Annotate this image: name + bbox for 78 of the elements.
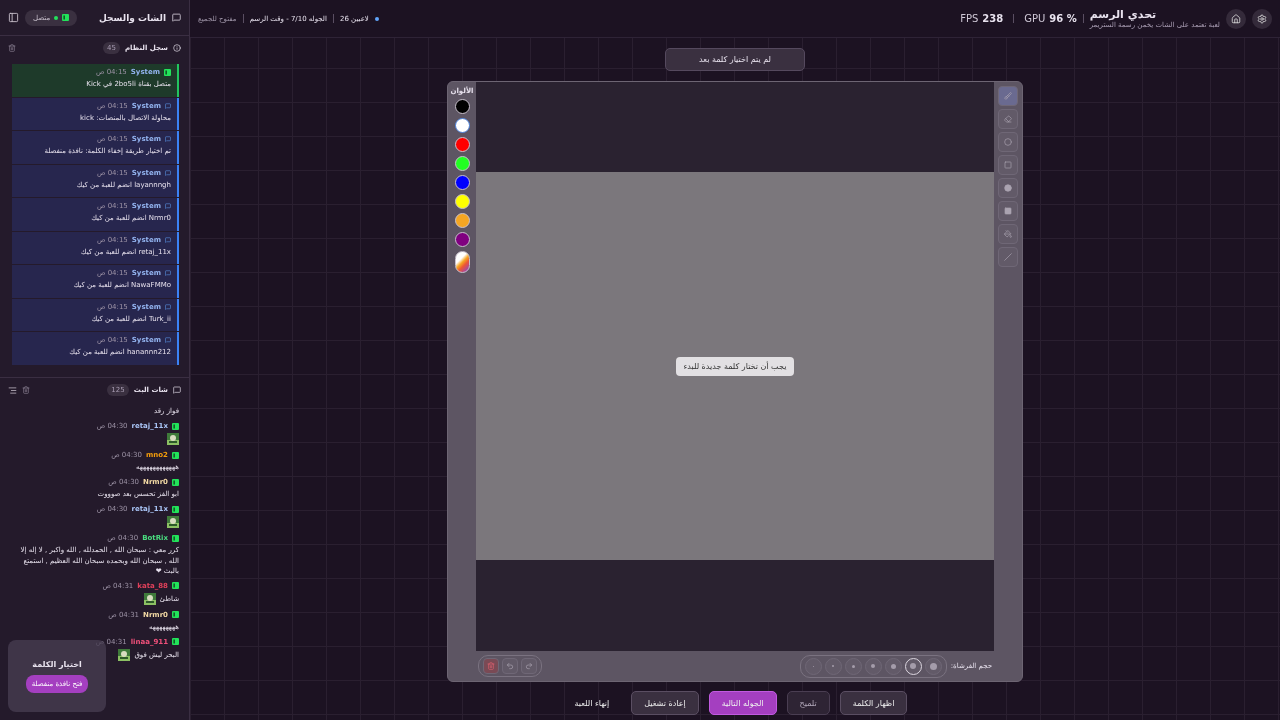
- color-swatch[interactable]: [454, 213, 470, 228]
- popup-title: اختيار الكلمة: [32, 659, 82, 669]
- tool-button[interactable]: [998, 178, 1018, 198]
- kick-icon: [172, 451, 179, 459]
- home-icon: [1231, 13, 1241, 24]
- kick-icon: [172, 534, 179, 542]
- align-icon[interactable]: [8, 385, 17, 395]
- chat-icon: [165, 236, 171, 243]
- kick-icon: [172, 638, 179, 646]
- settings-icon: [1257, 13, 1267, 24]
- action-button[interactable]: تلميح: [786, 691, 830, 715]
- drawing-canvas[interactable]: يجب أن تختار كلمة جديدة للبدء: [476, 172, 994, 560]
- brush-size-option[interactable]: [924, 657, 942, 675]
- brush-size-option[interactable]: [864, 657, 882, 675]
- tool-button[interactable]: [998, 86, 1018, 106]
- undo-button[interactable]: [502, 658, 518, 674]
- filled-circle-icon: [1004, 184, 1012, 192]
- eraser-icon: [1004, 115, 1012, 123]
- canvas-message: يجب أن تختار كلمة جديدة للبدء: [675, 356, 795, 376]
- kick-icon: [172, 505, 179, 513]
- color-swatch[interactable]: [454, 194, 470, 209]
- trash-icon[interactable]: [8, 44, 16, 52]
- custom-color-picker[interactable]: [454, 251, 470, 273]
- chat-icon: [165, 303, 171, 310]
- undo-icon: [506, 662, 514, 670]
- kick-icon: [62, 14, 70, 21]
- chat-icon: [172, 13, 181, 22]
- chat-icon: [165, 102, 171, 109]
- paint-bucket-icon: [1004, 230, 1012, 238]
- square-icon: [1004, 161, 1012, 169]
- chat-icon: [165, 169, 171, 176]
- info-icon: [173, 44, 181, 52]
- tool-button[interactable]: [998, 201, 1018, 221]
- circle-icon: [1004, 138, 1012, 146]
- trash-icon[interactable]: [22, 386, 30, 394]
- trash-icon: [487, 662, 495, 670]
- kick-icon: [164, 68, 171, 76]
- action-button[interactable]: الجوله التالية: [708, 691, 777, 715]
- panel-toggle-icon[interactable]: [8, 12, 19, 23]
- brush-size-option[interactable]: [884, 657, 902, 675]
- word-status: لم يتم اختيار كلمة بعد: [665, 48, 805, 71]
- kick-icon: [172, 422, 179, 430]
- color-swatch[interactable]: [454, 232, 470, 247]
- tool-button[interactable]: [998, 155, 1018, 175]
- home-button[interactable]: [1226, 8, 1246, 29]
- line-icon: [1004, 253, 1012, 261]
- stat-label: FPS: [960, 13, 979, 24]
- color-swatch[interactable]: [454, 156, 470, 171]
- color-swatch[interactable]: [454, 99, 470, 114]
- app-title: تحدي الرسم: [1089, 8, 1157, 21]
- redo-icon: [525, 662, 533, 670]
- chat-icon: [165, 203, 171, 209]
- tool-button[interactable]: [998, 224, 1018, 244]
- brush-size-option[interactable]: [844, 657, 862, 675]
- chat-icon: [165, 270, 171, 276]
- action-button[interactable]: إنهاء اللعبة: [562, 691, 622, 715]
- color-swatch[interactable]: [454, 118, 470, 133]
- chat-icon: [165, 136, 171, 142]
- kick-icon: [172, 478, 179, 486]
- color-swatch[interactable]: [454, 175, 470, 190]
- stat-value: 238: [982, 13, 1004, 24]
- panel-title: الشات والسجل: [99, 12, 166, 23]
- redo-button[interactable]: [521, 658, 537, 674]
- chat-icon: [173, 386, 181, 394]
- filled-square-icon: [1004, 207, 1012, 215]
- kick-icon: [172, 611, 179, 619]
- clear-button[interactable]: [483, 658, 499, 674]
- tool-button[interactable]: [998, 132, 1018, 152]
- settings-button[interactable]: [1252, 8, 1272, 29]
- brush-icon: [1004, 92, 1012, 100]
- tool-button[interactable]: [998, 109, 1018, 129]
- color-swatch[interactable]: [454, 137, 470, 152]
- chat-icon: [165, 337, 171, 343]
- stat-label: GPU: [1024, 13, 1046, 24]
- action-button[interactable]: إعادة تشغيل: [631, 691, 699, 715]
- stat-value: 96 %: [1049, 13, 1077, 24]
- kick-icon: [172, 582, 179, 590]
- action-button[interactable]: اظهار الكلمة: [839, 691, 908, 715]
